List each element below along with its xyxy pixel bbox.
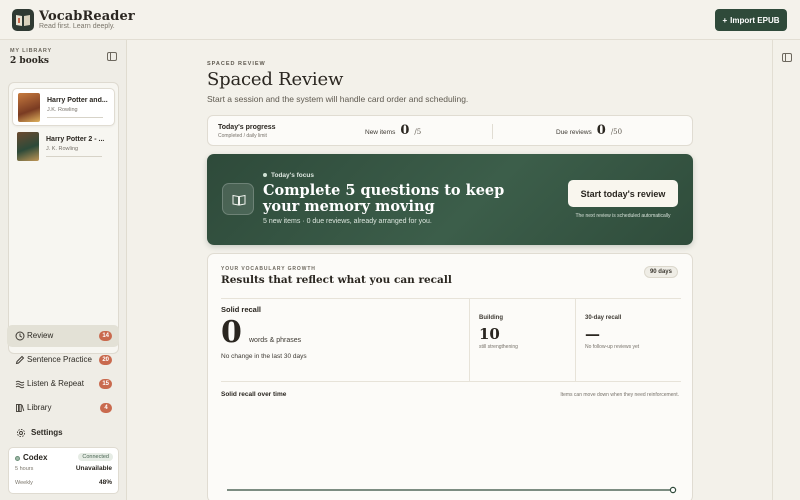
focus-kicker: Today's focus: [263, 172, 314, 179]
collapse-sidebar-icon[interactable]: [107, 52, 117, 61]
app-logo-icon: [12, 9, 34, 31]
book-progress-line: [47, 117, 103, 118]
nav-listen-repeat-badge: 15: [99, 379, 112, 389]
audio-icon: [15, 380, 25, 389]
right-panel-strip: [772, 40, 800, 500]
nav-library[interactable]: Library 4: [7, 397, 119, 419]
import-epub-label: Import EPUB: [730, 15, 780, 25]
book-cover: [17, 132, 39, 161]
due-reviews-label: Due reviews: [556, 129, 592, 136]
pen-icon: [15, 355, 25, 365]
import-epub-button[interactable]: + Import EPUB: [715, 9, 787, 31]
nav-settings[interactable]: Settings: [7, 422, 119, 444]
due-reviews-value: 0: [596, 123, 606, 138]
book-title: Harry Potter 2 - ...: [46, 136, 105, 143]
divider: [469, 298, 470, 381]
progress-label: Today's progress: [218, 124, 276, 131]
nav-sentence-practice[interactable]: Sentence Practice 20: [7, 349, 119, 371]
book-item[interactable]: Harry Potter 2 - ... J. K. Rowling: [12, 128, 115, 166]
recall-line-chart: [227, 486, 677, 494]
book-list: Harry Potter and... J.K. Rowling Harry P…: [8, 82, 119, 354]
book-author: J.K. Rowling: [47, 107, 78, 113]
chart-note: Items can move down when they need reinf…: [560, 392, 679, 398]
app-name: VocabReader: [39, 9, 135, 24]
nav-review[interactable]: Review 14: [7, 325, 119, 347]
building-label: Building: [479, 315, 503, 321]
gear-icon: [16, 428, 26, 438]
status-dot-icon: [15, 456, 20, 461]
nav-listen-repeat-label: Listen & Repeat: [27, 379, 84, 388]
nav-listen-repeat[interactable]: Listen & Repeat 15: [7, 373, 119, 395]
sidebar: MY LIBRARY 2 books Harry Potter and... J…: [0, 40, 127, 500]
building-sub: still strengthening: [479, 344, 518, 350]
solid-recall-note: No change in the last 30 days: [221, 353, 307, 360]
due-reviews-metric: Due reviews 0/50: [556, 123, 622, 138]
app-tagline: Read first. Learn deeply.: [39, 23, 115, 30]
start-review-note: The next review is scheduled automatical…: [575, 213, 671, 219]
range-badge[interactable]: 90 days: [643, 266, 678, 278]
library-label: MY LIBRARY: [10, 48, 52, 54]
divider: [575, 298, 576, 381]
new-items-total: /5: [414, 128, 422, 136]
codex-name: Codex: [23, 453, 48, 462]
nav-review-badge: 14: [99, 331, 112, 341]
focus-title: Complete 5 questions to keep your memory…: [263, 182, 505, 215]
review-icon: [15, 331, 25, 341]
toggle-right-panel-icon[interactable]: [782, 53, 792, 62]
solid-recall-value: 0: [221, 315, 242, 350]
plus-icon: +: [722, 15, 728, 25]
settings-label: Settings: [31, 428, 63, 437]
book-title: Harry Potter and...: [47, 97, 108, 104]
new-items-metric: New items 0/5: [365, 123, 421, 138]
new-items-value: 0: [400, 123, 410, 138]
growth-title: Results that reflect what you can recall: [221, 274, 452, 286]
recall30-value: —: [585, 325, 600, 343]
main-content: SPACED REVIEW Spaced Review Start a sess…: [128, 41, 772, 500]
book-item[interactable]: Harry Potter and... J.K. Rowling: [12, 88, 115, 126]
codex-row2-value: 48%: [98, 479, 112, 486]
recall-point[interactable]: [669, 486, 677, 494]
start-review-button[interactable]: Start today's review: [568, 180, 678, 207]
book-author: J. K. Rowling: [46, 146, 79, 152]
codex-status-card: Codex Connected 5 hours Unavailable Week…: [8, 447, 119, 494]
nav-library-label: Library: [27, 403, 52, 412]
page-title: Spaced Review: [207, 69, 344, 90]
progress-card: Today's progress Completed / daily limit…: [207, 115, 693, 146]
nav-library-badge: 4: [100, 403, 112, 413]
codex-row1-value: Unavailable: [75, 465, 112, 472]
top-bar: VocabReader Read first. Learn deeply. + …: [0, 0, 800, 40]
nav-sentence-practice-badge: 20: [99, 355, 112, 365]
page-kicker: SPACED REVIEW: [207, 61, 266, 67]
codex-row1-label: 5 hours: [15, 466, 34, 472]
nav-sentence-practice-label: Sentence Practice: [27, 355, 92, 364]
recall30-sub: No follow-up reviews yet: [585, 344, 640, 350]
book-progress-line: [46, 156, 102, 157]
book-icon: [222, 183, 254, 215]
focus-subtitle: 5 new items · 0 due reviews, already arr…: [263, 218, 432, 225]
due-reviews-total: /50: [610, 128, 623, 136]
codex-row2-label: Weekly: [15, 480, 33, 486]
nav-review-label: Review: [27, 331, 54, 340]
solid-recall-unit: words & phrases: [249, 337, 302, 344]
building-value: 10: [479, 325, 500, 343]
recall30-label: 30-day recall: [585, 315, 622, 321]
growth-kicker: YOUR VOCABULARY GROWTH: [221, 266, 316, 272]
divider: [492, 124, 493, 139]
growth-card: YOUR VOCABULARY GROWTH Results that refl…: [207, 253, 693, 500]
chart-title: Solid recall over time: [221, 391, 287, 398]
focus-card: Today's focus Complete 5 questions to ke…: [207, 154, 693, 245]
library-count: 2 books: [10, 56, 49, 66]
book-cover: [18, 93, 40, 122]
solid-recall-label: Solid recall: [221, 305, 262, 314]
divider: [221, 381, 681, 382]
new-items-label: New items: [365, 129, 396, 136]
library-icon: [16, 404, 25, 412]
page-subtitle: Start a session and the system will hand…: [207, 94, 469, 104]
divider: [221, 298, 681, 299]
codex-status-badge: Connected: [78, 453, 113, 461]
progress-sub: Completed / daily limit: [218, 133, 267, 139]
